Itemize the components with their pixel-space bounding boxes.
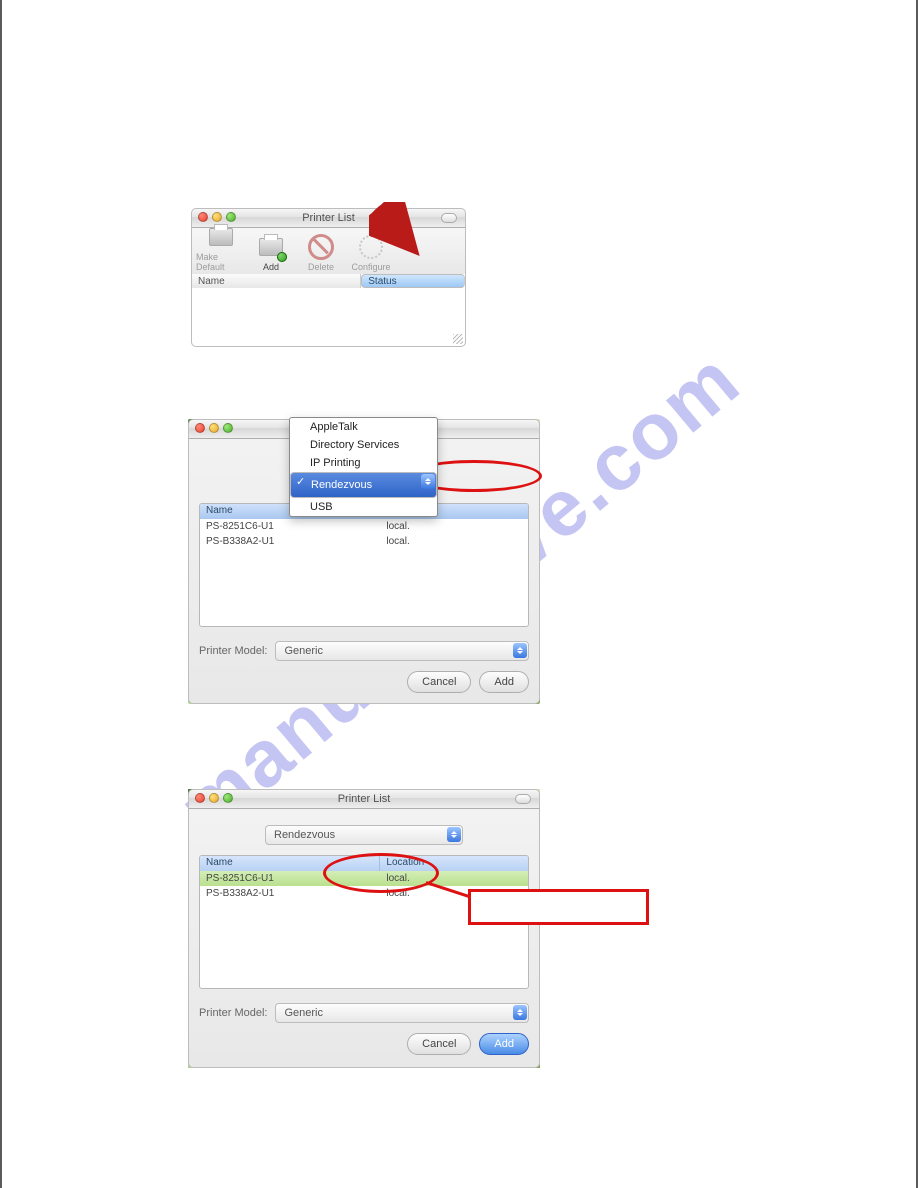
zoom-icon[interactable] [223, 793, 233, 803]
toolbar: Make Default Add Delete Configure [191, 228, 466, 274]
printer-list-window: Printer List Make Default Add Delete Con… [191, 208, 466, 347]
add-printer-button[interactable]: Add [246, 234, 296, 274]
resize-grip-icon[interactable] [453, 334, 463, 344]
column-status[interactable]: Status [361, 274, 465, 288]
column-location[interactable]: Location [380, 856, 528, 871]
toolbar-label: Add [263, 262, 279, 272]
close-icon[interactable] [195, 423, 205, 433]
dialog-buttons: Cancel Add [199, 1033, 529, 1055]
printer-model-label: Printer Model: [199, 645, 267, 657]
select-value: Rendezvous [274, 829, 335, 841]
menu-item-label: Rendezvous [311, 479, 372, 491]
dialog-buttons: Cancel Add [199, 671, 529, 693]
menu-item-ip-printing[interactable]: IP Printing [290, 454, 437, 472]
table-row[interactable]: PS-B338A2-U1 local. [200, 886, 528, 901]
add-printer-sheet-selected: Printer List Rendezvous Name Location PS… [188, 789, 540, 1068]
cell-name: PS-B338A2-U1 [200, 887, 380, 900]
configure-icon [358, 234, 384, 260]
delete-icon [308, 234, 334, 260]
window-traffic-lights [198, 212, 236, 222]
connection-type-select[interactable]: Rendezvous [265, 825, 463, 845]
list-header: Name Status [191, 274, 466, 288]
connection-type-menu[interactable]: AppleTalk Directory Services IP Printing… [289, 417, 438, 517]
printer-model-select[interactable]: Generic [275, 1003, 529, 1023]
toolbar-label: Make Default [196, 252, 246, 272]
popup-arrows-icon [513, 1005, 527, 1020]
popup-arrows-icon [447, 827, 461, 842]
add-button[interactable]: Add [479, 671, 529, 693]
cell-location: local. [380, 887, 528, 900]
minimize-icon[interactable] [212, 212, 222, 222]
delete-printer-button[interactable]: Delete [296, 234, 346, 274]
printer-model-label: Printer Model: [199, 1007, 267, 1019]
menu-item-directory-services[interactable]: Directory Services [290, 436, 437, 454]
column-name[interactable]: Name [200, 856, 380, 871]
cancel-button[interactable]: Cancel [407, 1033, 471, 1055]
minimize-icon[interactable] [209, 423, 219, 433]
printer-model-row: Printer Model: Generic [199, 1003, 529, 1023]
discovered-printers-table[interactable]: Name Location PS-8251C6-U1 local. PS-B33… [199, 855, 529, 989]
cancel-button[interactable]: Cancel [407, 671, 471, 693]
toolbar-toggle-icon[interactable] [515, 794, 531, 804]
window-titlebar[interactable]: Printer List [191, 208, 466, 228]
cell-name: PS-8251C6-U1 [200, 872, 380, 885]
configure-printer-button[interactable]: Configure [346, 234, 396, 274]
printer-model-select[interactable]: Generic [275, 641, 529, 661]
cell-name: PS-8251C6-U1 [200, 520, 380, 533]
add-button[interactable]: Add [479, 1033, 529, 1055]
select-value: Generic [284, 1007, 323, 1019]
table-row[interactable]: PS-B338A2-U1 local. [200, 534, 528, 549]
window-title: Printer List [302, 212, 355, 224]
discovered-printers-table[interactable]: Name Location PS-8251C6-U1 local. PS-B33… [199, 503, 529, 627]
cell-name: PS-B338A2-U1 [200, 535, 380, 548]
select-value: Generic [284, 645, 323, 657]
close-icon[interactable] [198, 212, 208, 222]
menu-item-usb[interactable]: USB [290, 498, 437, 516]
toolbar-toggle-icon[interactable] [441, 213, 457, 223]
make-default-button[interactable]: Make Default [196, 224, 246, 274]
toolbar-label: Delete [308, 262, 334, 272]
column-name[interactable]: Name [192, 274, 361, 288]
popup-arrows-icon [421, 474, 435, 489]
add-printer-sheet: AppleTalk Directory Services IP Printing… [188, 419, 540, 704]
table-row[interactable]: PS-8251C6-U1 local. [200, 519, 528, 534]
popup-arrows-icon [513, 643, 527, 658]
window-title: Printer List [338, 793, 391, 805]
table-header: Name Location [200, 856, 528, 871]
menu-item-rendezvous[interactable]: Rendezvous [290, 472, 437, 498]
cell-location: local. [380, 535, 528, 548]
table-row[interactable]: PS-8251C6-U1 local. [200, 871, 528, 886]
zoom-icon[interactable] [223, 423, 233, 433]
printer-list[interactable] [191, 288, 466, 347]
window-traffic-lights [195, 793, 233, 803]
close-icon[interactable] [195, 793, 205, 803]
printer-model-row: Printer Model: Generic [199, 641, 529, 661]
cell-location: local. [380, 872, 528, 885]
zoom-icon[interactable] [226, 212, 236, 222]
printer-icon [208, 224, 234, 250]
menu-item-appletalk[interactable]: AppleTalk [290, 418, 437, 436]
printer-add-icon [258, 234, 284, 260]
window-traffic-lights [195, 423, 233, 433]
minimize-icon[interactable] [209, 793, 219, 803]
window-titlebar[interactable]: Printer List [188, 789, 540, 809]
toolbar-label: Configure [351, 262, 390, 272]
cell-location: local. [380, 520, 528, 533]
